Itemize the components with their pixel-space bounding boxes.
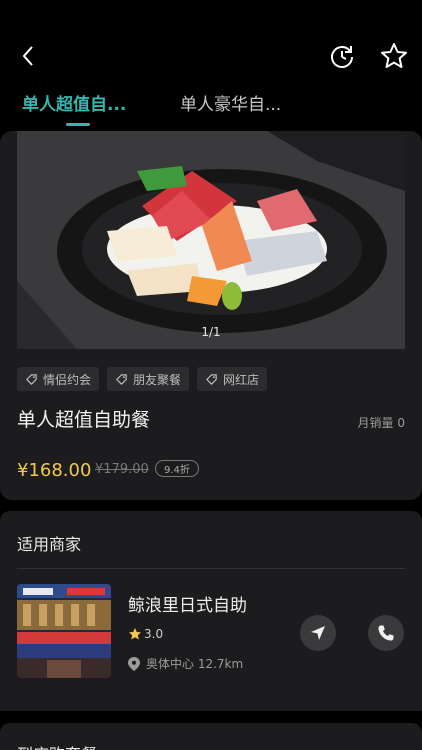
tab-single-value[interactable]: 单人超值自... [22, 90, 126, 115]
navigate-button[interactable] [300, 615, 336, 651]
product-card: 1/1 情侣约会 朋友聚餐 网红店 单人超值自助餐 月销量 0 ¥168.00 … [0, 131, 422, 500]
section-title: 到店购套餐 [17, 741, 97, 750]
tag-label: 网红店 [223, 372, 260, 387]
merchants-section: 适用商家 鲸浪里日式自助 3.0 奥体中心 12.7km [0, 511, 422, 711]
photo-counter: 1/1 [201, 325, 221, 339]
tag-label: 情侣约会 [43, 372, 92, 387]
call-button[interactable] [368, 615, 404, 651]
storefront-image [17, 584, 111, 678]
active-tab-indicator [66, 123, 90, 126]
phone-icon [378, 625, 394, 641]
back-button[interactable] [14, 42, 42, 70]
discount-badge: 9.4折 [155, 460, 199, 477]
rating-value: 3.0 [144, 627, 164, 641]
tag-chip: 情侣约会 [17, 367, 100, 391]
star-filled-icon [129, 628, 141, 640]
favorite-button[interactable] [379, 41, 409, 71]
section-title: 适用商家 [17, 535, 82, 554]
merchant-item[interactable]: 鲸浪里日式自助 3.0 奥体中心 12.7km [0, 569, 422, 699]
location-text: 奥体中心 12.7km [146, 657, 244, 671]
top-bar: 单人超值自... 单人豪华自... [0, 0, 422, 126]
chevron-left-icon [22, 46, 33, 66]
tag-icon [116, 373, 127, 385]
refresh-icon [331, 46, 353, 68]
merchant-rating: 3.0 [128, 627, 163, 641]
monthly-sales: 月销量 0 [357, 416, 405, 430]
merchant-photo [17, 584, 111, 678]
tag-label: 朋友聚餐 [133, 372, 182, 387]
tag-chip: 朋友聚餐 [107, 367, 190, 391]
navigation-arrow-icon [311, 626, 325, 640]
current-price: ¥168.00 [17, 460, 92, 481]
product-title: 单人超值自助餐 [17, 409, 151, 431]
tag-icon [26, 373, 37, 385]
package-tabs: 单人超值自... 单人豪华自... [0, 90, 422, 130]
merchant-location: 奥体中心 12.7km [128, 655, 243, 672]
tag-icon [206, 373, 217, 385]
sashimi-plate-image [17, 131, 405, 349]
tab-single-luxury[interactable]: 单人豪华自... [180, 90, 281, 115]
deal-detail-page: 单人超值自... 单人豪华自... 1/1 情侣约会 朋友聚餐 网红店 单人超值… [0, 0, 422, 750]
tag-list: 情侣约会 朋友聚餐 网红店 [17, 367, 268, 391]
refresh-button[interactable] [328, 42, 356, 70]
merchant-name: 鲸浪里日式自助 [128, 596, 247, 616]
in-store-packages-section: 到店购套餐 [0, 723, 422, 750]
product-photo[interactable]: 1/1 [17, 131, 405, 349]
location-pin-icon [128, 656, 140, 671]
star-outline-icon [381, 43, 407, 68]
original-price: ¥179.00 [95, 462, 149, 477]
tag-chip: 网红店 [197, 367, 268, 391]
